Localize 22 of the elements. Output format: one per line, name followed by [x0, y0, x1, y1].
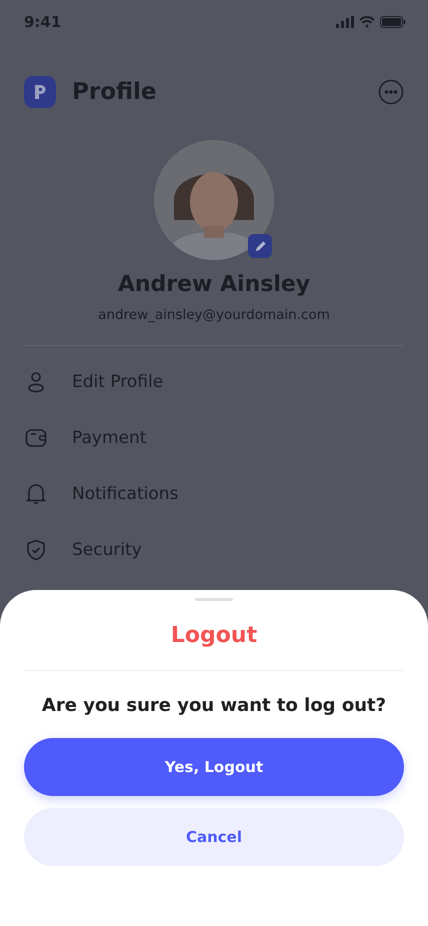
confirm-message: Are you sure you want to log out?	[40, 695, 388, 716]
battery-icon	[380, 16, 406, 28]
menu-item[interactable]: Security	[72, 540, 142, 560]
shield-icon	[24, 538, 48, 562]
sheet-title: Logout	[170, 623, 258, 648]
signal-icon	[336, 16, 354, 28]
wallet-icon	[24, 426, 48, 450]
pencil-icon	[254, 240, 266, 252]
status-time: 9:41	[24, 13, 62, 31]
edit-avatar-button[interactable]	[248, 234, 272, 258]
logout-button[interactable]: Yes, Logout	[24, 738, 404, 796]
more-icon[interactable]	[378, 79, 404, 105]
menu-item[interactable]: Edit Profile	[72, 372, 164, 392]
user-name: Andrew Ainsley	[116, 272, 312, 297]
bell-icon	[24, 482, 48, 506]
wifi-icon	[359, 16, 375, 28]
cancel-button[interactable]: Cancel	[24, 808, 404, 866]
app-logo	[24, 76, 56, 108]
menu-item[interactable]: Notifications	[72, 484, 178, 504]
page-title: Profile	[72, 79, 158, 105]
menu-item[interactable]: Payment	[72, 428, 146, 448]
user-email: andrew_ainsley@yourdomain.com	[97, 307, 331, 323]
